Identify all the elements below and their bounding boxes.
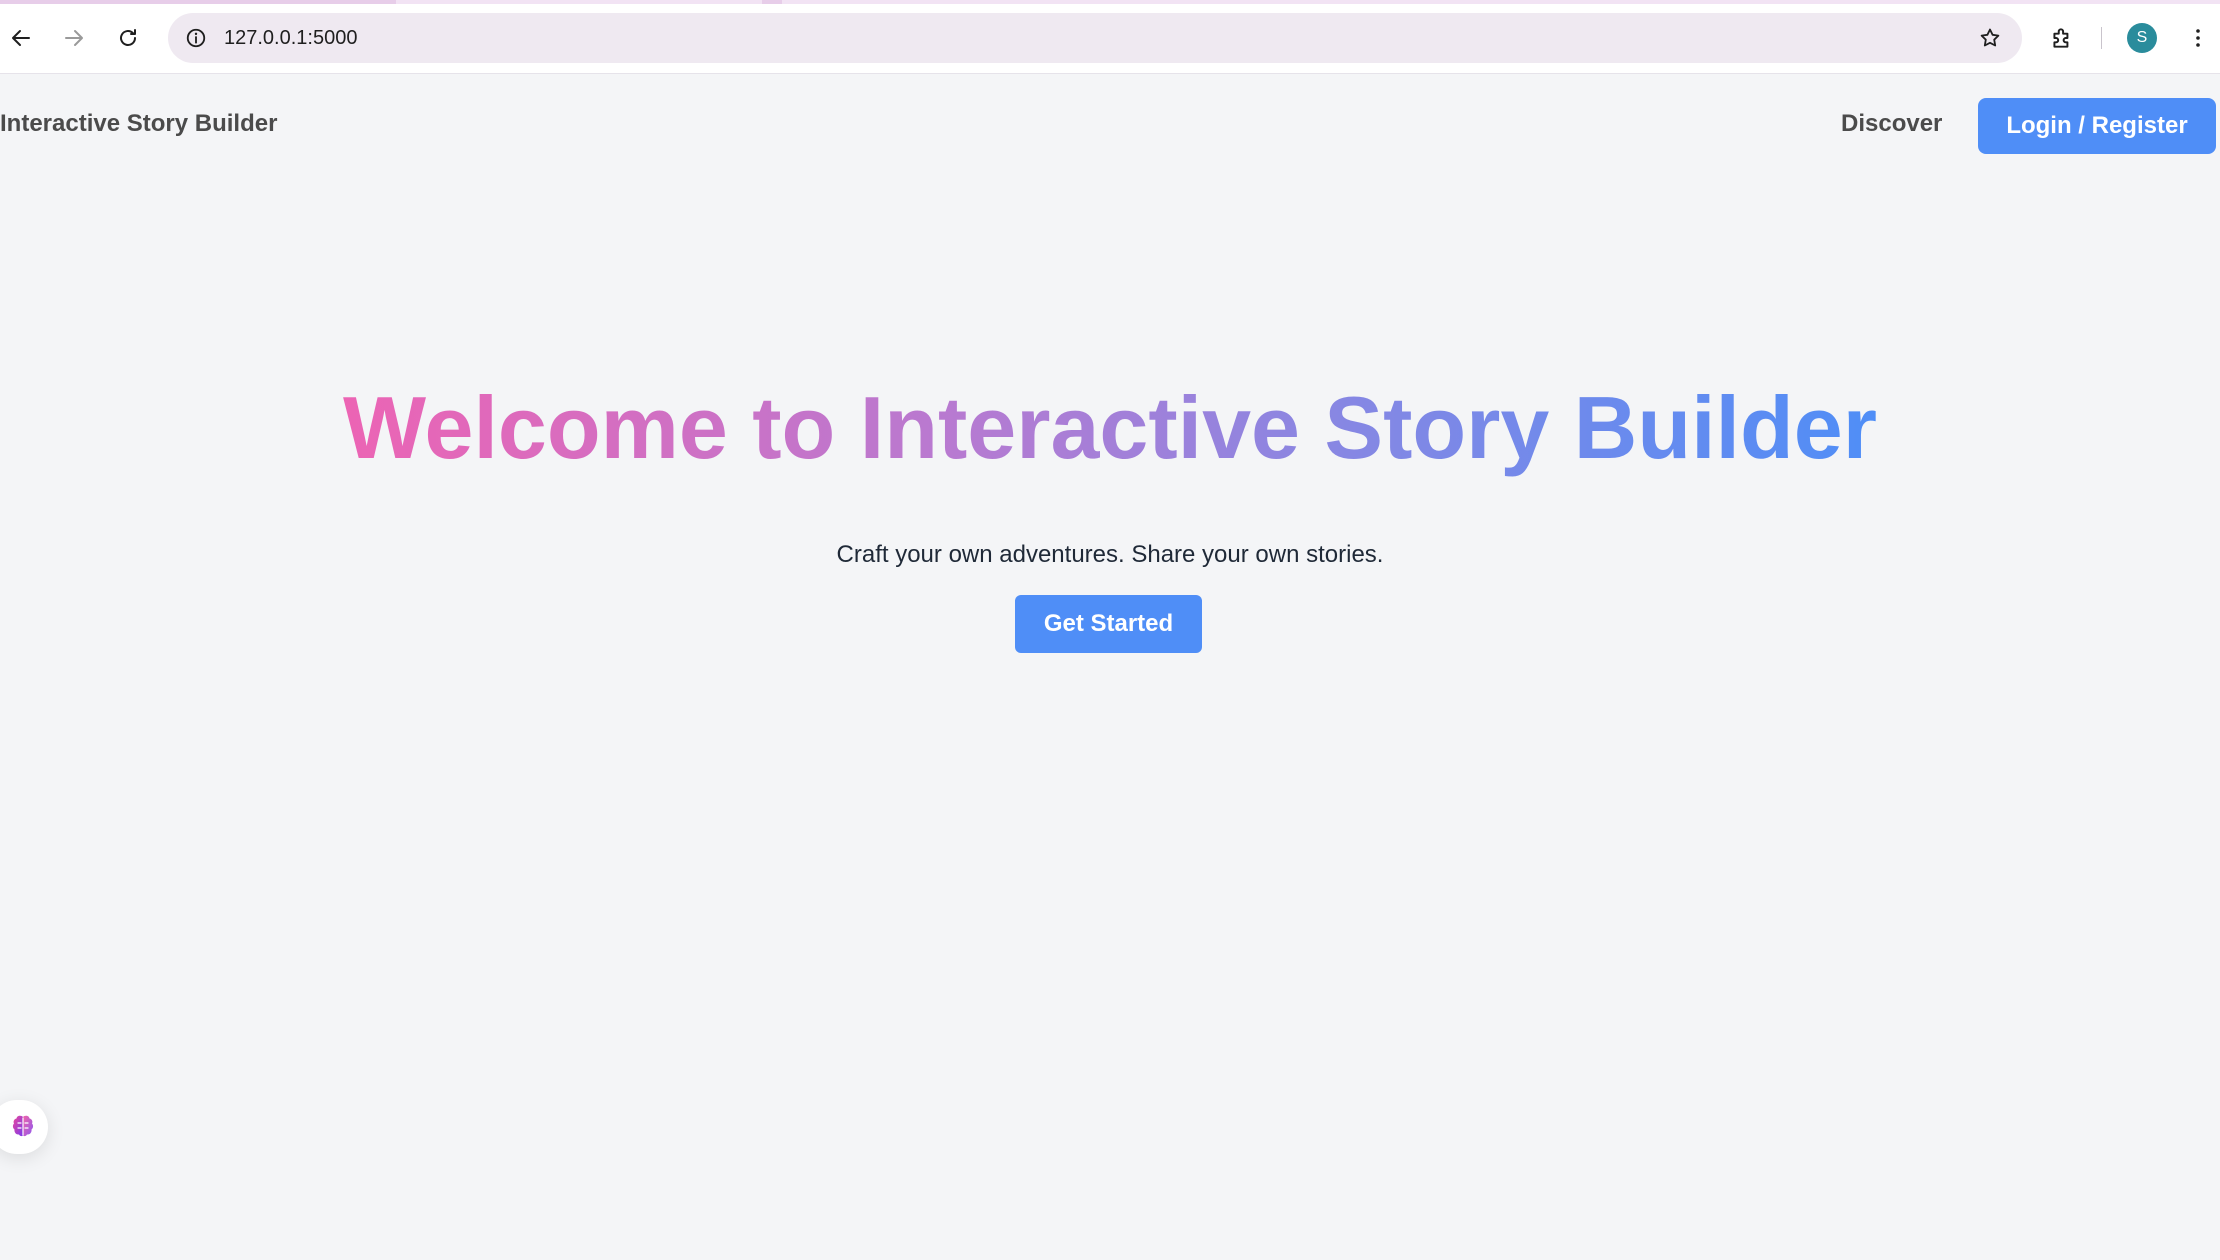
browser-menu-button[interactable] (2180, 20, 2216, 56)
page-content: Interactive Story Builder Discover Login… (0, 74, 2220, 1260)
puzzle-icon (2053, 28, 2069, 48)
assistant-widget-button[interactable] (0, 1100, 48, 1154)
arrow-left-icon (12, 30, 30, 46)
site-info-button[interactable] (178, 20, 214, 56)
bookmark-button[interactable] (1972, 20, 2008, 56)
login-register-button[interactable]: Login / Register (1978, 98, 2216, 154)
reload-icon (120, 29, 136, 46)
info-circle-icon (186, 28, 206, 48)
kebab-menu-icon (2196, 29, 2200, 47)
site-header: Interactive Story Builder Discover Login… (0, 74, 2220, 178)
profile-avatar[interactable]: S (2127, 23, 2157, 53)
extensions-button[interactable] (2044, 20, 2080, 56)
forward-button[interactable] (56, 20, 92, 56)
reload-button[interactable] (110, 20, 146, 56)
arrow-right-icon (65, 30, 83, 46)
brain-icon (12, 1115, 34, 1137)
brand-link[interactable]: Interactive Story Builder (0, 110, 277, 138)
tab-indicator (0, 0, 396, 4)
hero-subtitle: Craft your own adventures. Share your ow… (836, 541, 1384, 568)
get-started-button[interactable]: Get Started (1015, 595, 1202, 653)
back-button[interactable] (3, 20, 39, 56)
url-text[interactable]: 127.0.0.1:5000 (224, 13, 357, 63)
tab-strip (0, 0, 2220, 4)
address-bar[interactable]: 127.0.0.1:5000 (168, 13, 2022, 63)
toolbar-divider (2101, 27, 2102, 49)
hero-title-text: Welcome to Interactive Story Builder (343, 378, 1877, 477)
tab-indicator (762, 0, 782, 4)
nav-discover-link[interactable]: Discover (1841, 110, 1942, 138)
browser-chrome: 127.0.0.1:5000 S (0, 0, 2220, 74)
star-icon (1980, 28, 2000, 47)
hero-title: Welcome to Interactive Story Builder (0, 378, 2220, 477)
